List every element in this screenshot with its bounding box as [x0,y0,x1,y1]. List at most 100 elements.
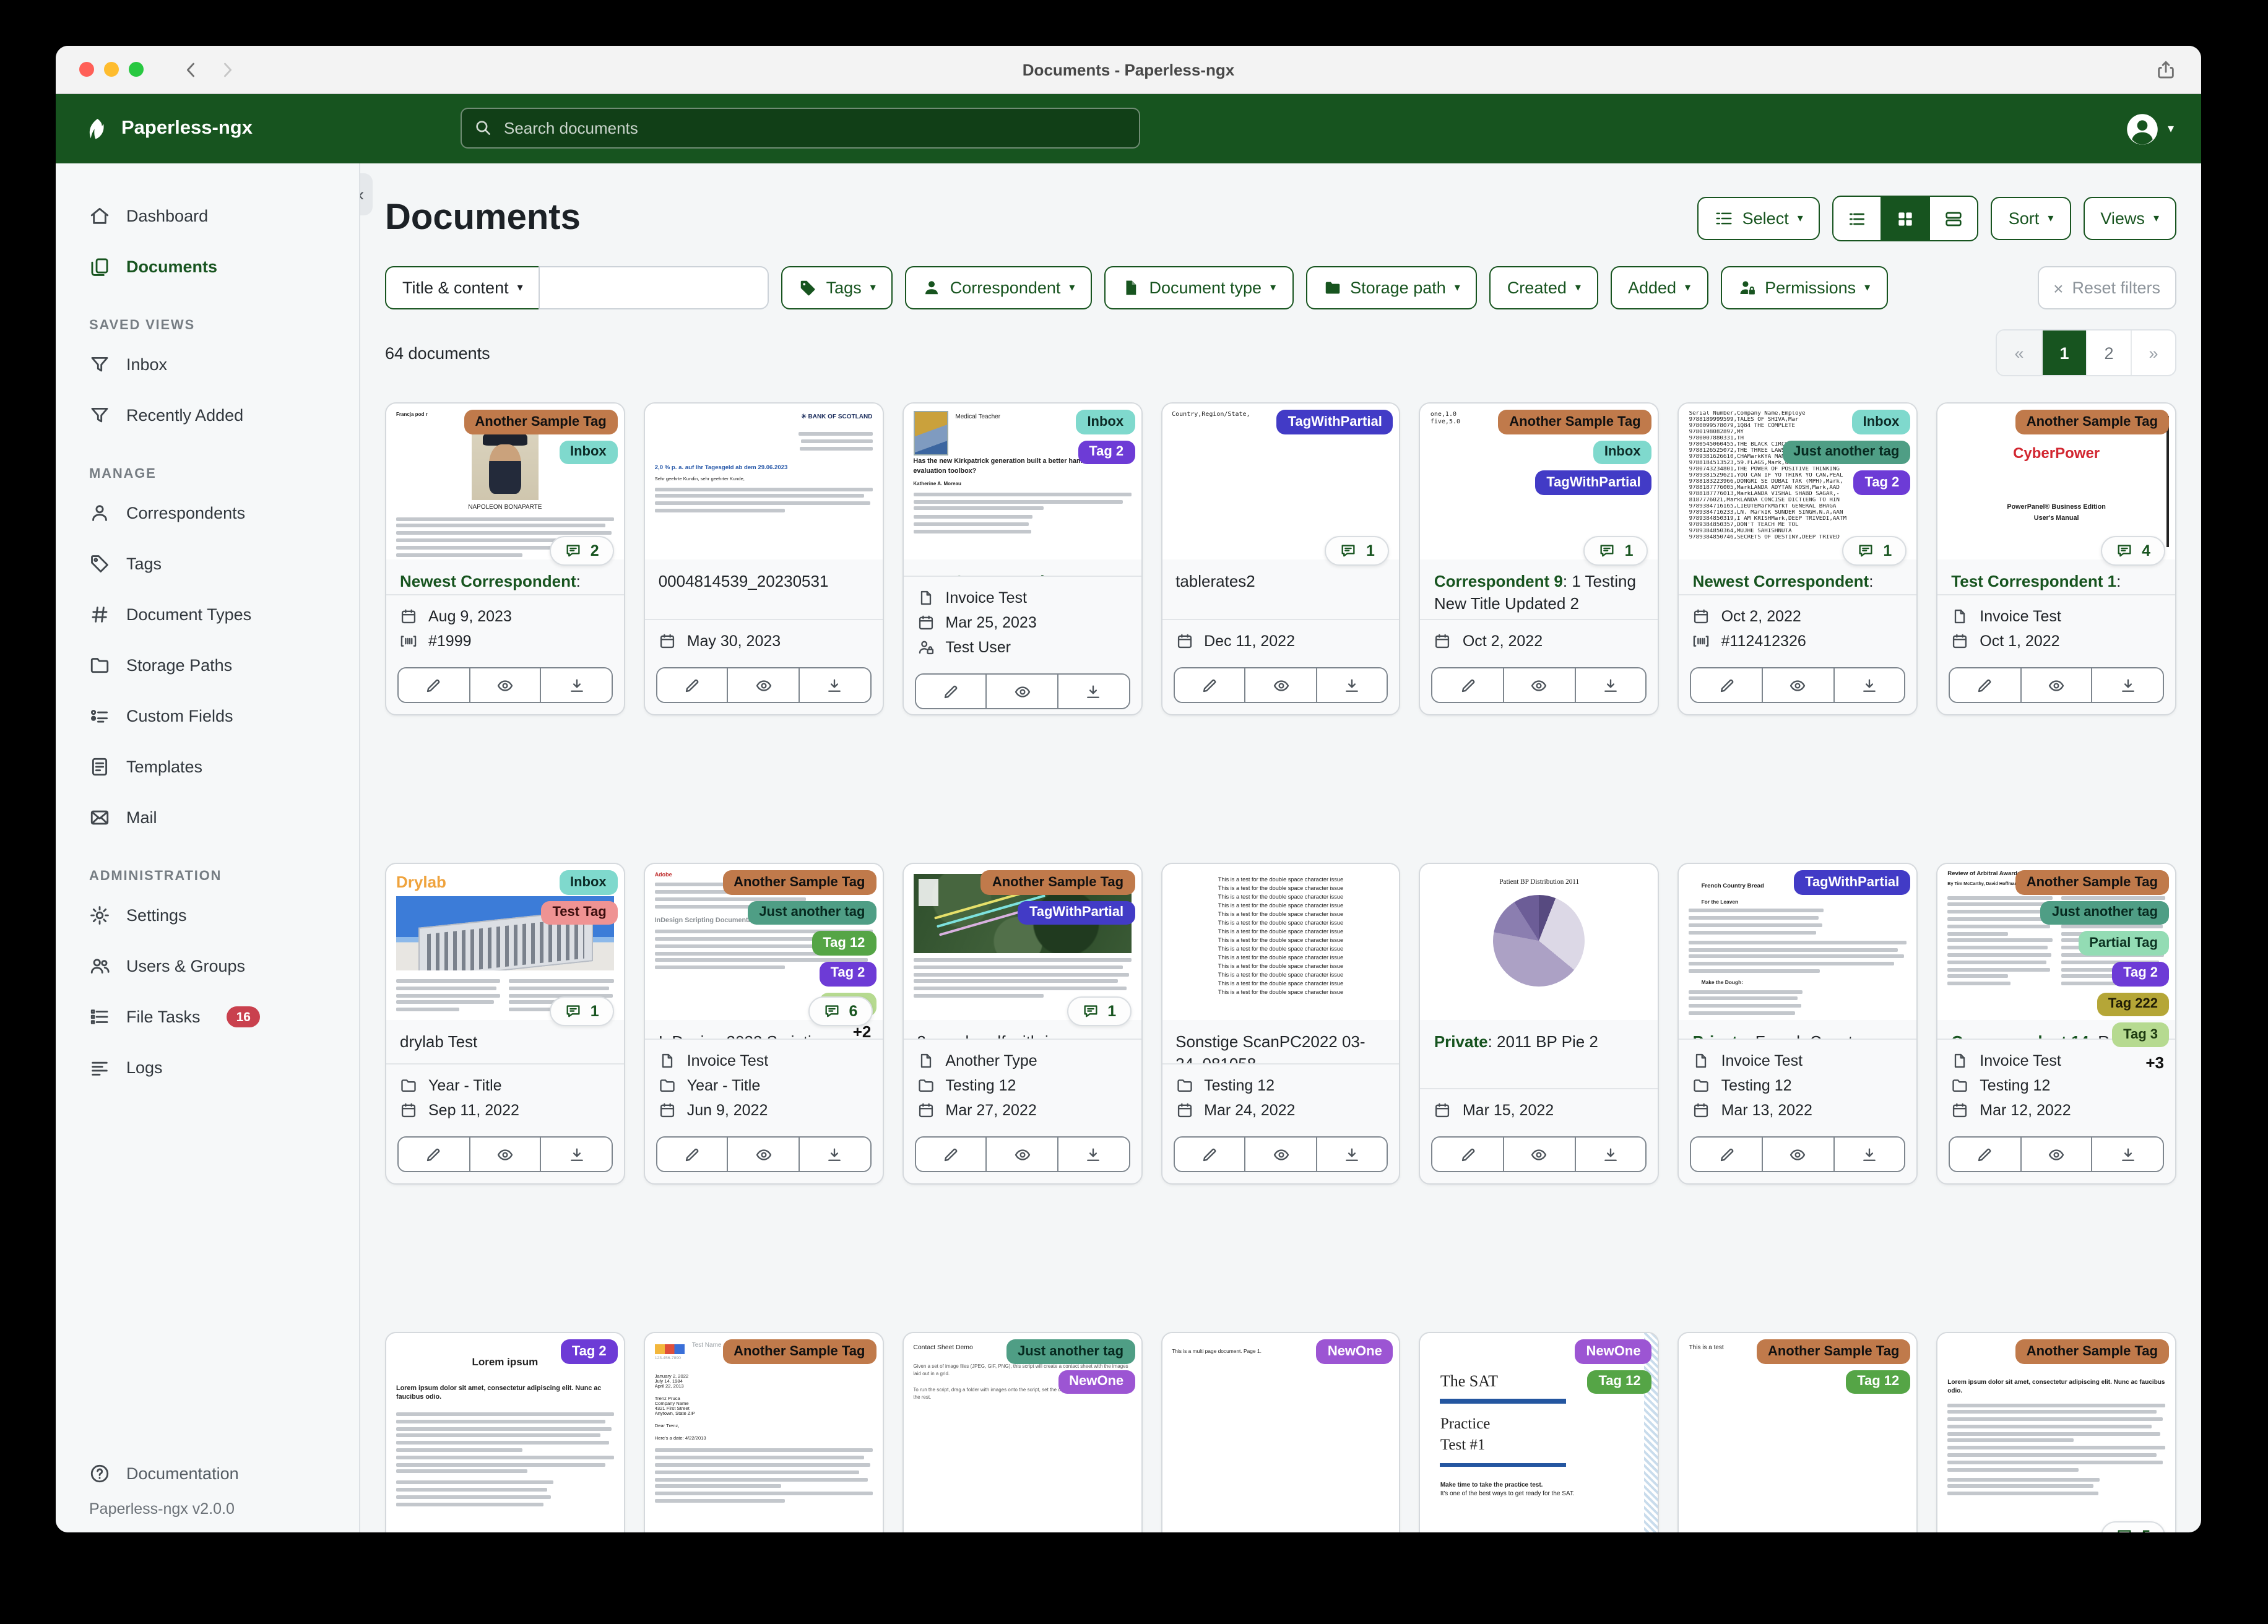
filter-button-added[interactable]: Added ▾ [1610,266,1708,309]
view-button[interactable] [2020,1138,2092,1171]
document-thumbnail[interactable]: Patient BP Distribution 2011 [1420,864,1658,1020]
sidebar-item-tags[interactable]: Tags [56,538,359,589]
view-button[interactable] [1761,668,1833,702]
document-title[interactable]: Test Correspondent 1: [paperless] test p… [903,559,1141,576]
user-menu[interactable]: ▾ [2126,112,2174,145]
edit-button[interactable] [657,668,727,702]
edit-button[interactable] [399,1138,469,1171]
edit-button[interactable] [1691,668,1762,702]
document-card[interactable]: Francja pod r NAPOLEON BONAPARTE Another S… [385,402,625,715]
download-button[interactable] [1833,1138,1905,1171]
sidebar-item-storage-paths[interactable]: Storage Paths [56,640,359,691]
document-card[interactable]: Country,Region/State, TagWithPartial 1 tabl… [1161,402,1401,715]
edit-button[interactable] [1950,1138,2020,1171]
view-button[interactable] [469,668,540,702]
pagination-first[interactable]: « [1997,330,2041,375]
tag-badge[interactable]: Inbox [559,870,618,895]
document-card[interactable]: Test Name 123-456-7890 January 2, 2022 July… [643,1332,884,1532]
comment-count-badge[interactable]: 2 [549,536,614,566]
view-button[interactable] [985,675,1057,708]
document-card[interactable]: one,1.0 five,5.0 Another Sample Tag Inbox Ta… [1419,402,1660,715]
document-card[interactable]: Medical Teacher Has the new Kirkpatrick g… [902,402,1143,715]
view-button[interactable] [1244,1138,1316,1171]
view-button[interactable] [1503,1138,1575,1171]
select-button[interactable]: Select ▾ [1697,197,1820,240]
document-card[interactable]: ✳ BANK OF SCOTLAND 2,0 % p. a. auf Ihr Ta… [643,402,884,715]
comment-count-badge[interactable]: 1 [1583,536,1648,566]
sidebar-item-file-tasks[interactable]: File Tasks 16 [56,991,359,1042]
tag-badge[interactable]: TagWithPartial [1276,410,1393,434]
tag-badge[interactable]: Tag 2 [1078,440,1135,465]
tag-badge[interactable]: Inbox [1851,410,1911,434]
share-icon[interactable] [2155,59,2176,80]
sidebar-item-settings[interactable]: Settings [56,890,359,941]
edit-button[interactable] [1174,1138,1245,1171]
document-card[interactable]: Contact Sheet Demo Given a set of image f… [902,1332,1143,1532]
document-title[interactable]: Private: 2011 BP Pie 2 [1421,1020,1658,1088]
tag-badge[interactable]: Inbox [559,440,618,465]
sort-button[interactable]: Sort ▾ [1991,197,2071,240]
tag-badge[interactable]: Another Sample Tag [1498,410,1652,434]
tag-badge[interactable]: Inbox [1076,410,1135,434]
view-button[interactable] [1761,1138,1833,1171]
tag-badge[interactable]: TagWithPartial [1535,470,1652,495]
download-button[interactable] [1315,1138,1387,1171]
tag-badge[interactable]: Another Sample Tag [464,410,618,434]
close-window-button[interactable] [79,62,94,77]
filter-button-document-type[interactable]: Document type ▾ [1104,266,1294,309]
tag-badge[interactable]: Inbox [1593,440,1652,465]
tag-badge[interactable]: Just another tag [748,901,876,925]
edit-button[interactable] [1691,1138,1762,1171]
tag-badge[interactable]: Tag 2 [560,1339,618,1364]
document-card[interactable]: Serial Number,Company Name,Employe 978818… [1677,402,1918,715]
tag-badge[interactable]: Partial Tag [2078,931,2169,956]
view-button[interactable] [727,1138,799,1171]
sidebar-item-documentation[interactable]: Documentation [56,1451,359,1495]
document-card[interactable]: This is a multi page document. Page 1. Ne… [1161,1332,1401,1532]
tag-badge[interactable]: TagWithPartial [1794,870,1911,895]
correspondent-name[interactable]: Newest Correspondent [400,572,576,590]
view-button[interactable] [2020,668,2092,702]
view-button[interactable] [1244,668,1316,702]
document-card[interactable]: Adobe InDesign Scripting Documentation Ano… [643,863,884,1185]
pagination-page-2[interactable]: 2 [2086,330,2131,375]
minimize-window-button[interactable] [104,62,119,77]
document-card[interactable]: This is a test Another Sample Tag Tag 12 [1677,1332,1918,1532]
download-button[interactable] [799,668,870,702]
tag-badge[interactable]: Tag 12 [1846,1370,1911,1394]
document-thumbnail[interactable]: ✳ BANK OF SCOTLAND 2,0 % p. a. auf Ihr Ta… [644,404,883,559]
sidebar-item-correspondents[interactable]: Correspondents [56,488,359,538]
tag-badge[interactable]: Test Tag [541,901,618,925]
download-button[interactable] [1574,668,1646,702]
zoom-window-button[interactable] [129,62,144,77]
sidebar-item-templates[interactable]: Templates [56,741,359,792]
tag-badge[interactable]: Just another tag [2040,901,2169,925]
comment-count-badge[interactable]: 1 [1325,536,1390,566]
document-title[interactable]: drylab Test [386,1020,624,1063]
download-button[interactable] [540,1138,612,1171]
grid-view-button[interactable] [1881,197,1929,240]
document-title[interactable]: Sonstige ScanPC2022 03-24_081058 [1162,1020,1400,1063]
download-button[interactable] [1574,1138,1646,1171]
tag-badge[interactable]: NewOne [1316,1339,1393,1364]
correspondent-name[interactable]: Newest Correspondent [1693,572,1869,590]
edit-button[interactable] [915,675,986,708]
sidebar-item-inbox[interactable]: Inbox [56,339,359,390]
back-icon[interactable] [181,59,202,80]
download-button[interactable] [2091,668,2163,702]
edit-button[interactable] [399,668,469,702]
sidebar-item-logs[interactable]: Logs [56,1042,359,1093]
document-card[interactable]: Drylab Inbox Test Tag 1 drylab Test Year - Ti… [385,863,625,1185]
tag-badge[interactable]: Tag 2 [819,961,876,987]
tag-badge[interactable]: TagWithPartial [1018,901,1135,925]
document-card[interactable]: CyberPower PowerPanel® Business Edition Us… [1936,402,2176,715]
sidebar-item-mail[interactable]: Mail [56,792,359,843]
tag-badge[interactable]: Just another tag [1782,440,1911,465]
reset-filters-button[interactable]: × Reset filters [2037,266,2176,309]
correspondent-name[interactable]: Test Correspondent 1 [1951,572,2116,590]
sidebar-item-documents[interactable]: Documents [56,241,359,292]
sidebar-collapse-button[interactable]: « [360,173,373,215]
document-card[interactable]: Lorem ipsumLorem ipsum dolor sit amet, c… [1936,1332,2176,1532]
sidebar-item-dashboard[interactable]: Dashboard [56,191,359,241]
document-card[interactable]: Another Sample TagTagWithPartial12sample… [902,863,1143,1185]
